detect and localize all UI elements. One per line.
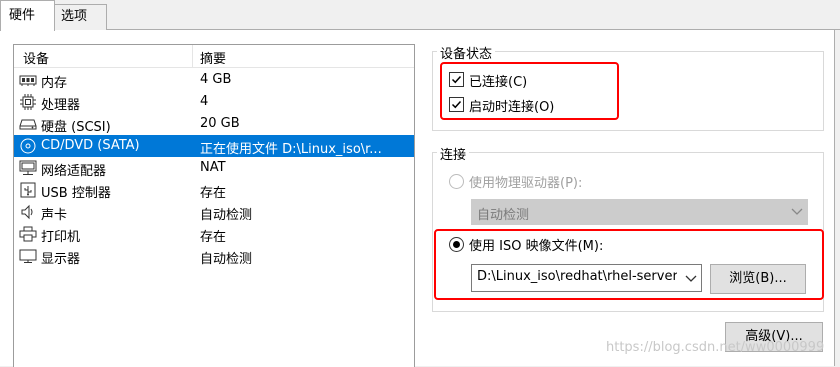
tab-options[interactable]: 选项 <box>52 4 107 30</box>
tab-bar: 硬件 选项 <box>0 0 840 31</box>
device-name: 内存 <box>41 76 68 91</box>
device-name: 声卡 <box>41 208 68 223</box>
device-summary: 20 GB <box>200 116 240 131</box>
sound-card-icon <box>19 204 37 220</box>
device-summary: 自动检测 <box>200 208 253 223</box>
usb-icon <box>19 182 37 198</box>
device-row-cd-dvd[interactable]: CD/DVD (SATA) 正在使用文件 D:\Linux_iso\r... <box>14 135 414 157</box>
device-row-memory[interactable]: 内存 4 GB <box>14 69 414 91</box>
device-summary: 自动检测 <box>200 252 253 267</box>
display-icon <box>19 248 37 264</box>
column-header-device[interactable]: 设备 <box>23 48 49 67</box>
cd-dvd-icon <box>19 138 37 154</box>
device-name: USB 控制器 <box>41 186 111 201</box>
tab-hardware[interactable]: 硬件 <box>0 0 55 31</box>
device-name: 打印机 <box>41 230 81 245</box>
device-name: 网络适配器 <box>41 164 107 179</box>
connection-title: 连接 <box>437 144 470 163</box>
device-row-printer[interactable]: 打印机 存在 <box>14 223 414 245</box>
device-list-header: 设备 摘要 <box>14 45 414 68</box>
physical-drive-label[interactable]: 使用物理驱动器(P): <box>469 172 582 191</box>
device-summary: NAT <box>200 160 226 175</box>
device-summary: 4 GB <box>200 72 232 87</box>
device-row-display[interactable]: 显示器 自动检测 <box>14 245 414 267</box>
physical-drive-select[interactable]: 自动检测 <box>471 199 808 225</box>
device-summary: 存在 <box>200 230 227 245</box>
column-header-summary[interactable]: 摘要 <box>200 48 226 67</box>
highlight-box-status <box>440 62 619 120</box>
physical-drive-value: 自动检测 <box>477 208 530 223</box>
network-adapter-icon <box>19 160 37 176</box>
column-separator[interactable] <box>192 45 193 67</box>
device-summary: 存在 <box>200 186 227 201</box>
watermark: https://blog.csdn.net/ww0000999 <box>606 340 825 355</box>
device-name: 处理器 <box>41 98 81 113</box>
chevron-down-icon <box>791 208 803 215</box>
device-row-network-adapter[interactable]: 网络适配器 NAT <box>14 157 414 179</box>
device-summary: 4 <box>200 94 209 109</box>
device-name: CD/DVD (SATA) <box>41 138 140 153</box>
device-row-harddisk[interactable]: 硬盘 (SCSI) 20 GB <box>14 113 414 135</box>
device-list[interactable]: 设备 摘要 内存 4 GB 处理器 4 硬盘 (SCSI) 20 GB CD/D… <box>13 44 415 367</box>
device-row-usb[interactable]: USB 控制器 存在 <box>14 179 414 201</box>
printer-icon <box>19 226 37 242</box>
device-name: 硬盘 (SCSI) <box>41 120 111 135</box>
memory-icon <box>19 72 37 88</box>
processor-icon <box>19 94 37 110</box>
physical-drive-radio[interactable] <box>449 174 464 189</box>
harddisk-icon <box>19 116 37 132</box>
device-status-title: 设备状态 <box>437 43 496 62</box>
device-name: 显示器 <box>41 252 81 267</box>
device-row-processor[interactable]: 处理器 4 <box>14 91 414 113</box>
device-row-sound-card[interactable]: 声卡 自动检测 <box>14 201 414 223</box>
device-summary: 正在使用文件 D:\Linux_iso\r... <box>200 142 382 157</box>
highlight-box-iso <box>434 229 824 300</box>
